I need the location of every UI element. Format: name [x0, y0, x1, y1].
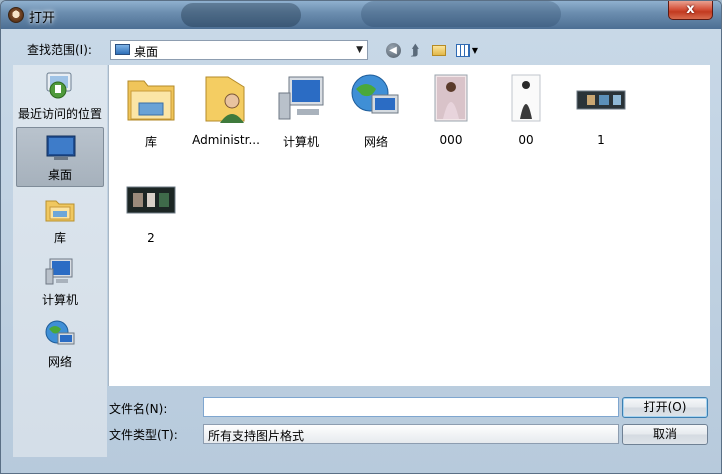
up-folder-button[interactable]: ⮭: [406, 41, 424, 59]
new-folder-button[interactable]: [429, 41, 449, 59]
image-thumbnail: [434, 74, 468, 122]
image-thumbnail: [126, 186, 176, 214]
computer-icon: [45, 258, 73, 285]
filename-label: 文件名(N):: [109, 402, 168, 416]
view-menu-icon: [455, 43, 470, 57]
place-desktop[interactable]: 桌面: [16, 127, 104, 187]
cancel-button[interactable]: 取消: [622, 424, 708, 445]
place-label: 网络: [47, 355, 72, 369]
close-icon: x: [686, 2, 695, 17]
up-folder-icon: ⮭: [410, 41, 420, 59]
place-recent[interactable]: 最近访问的位置: [16, 69, 104, 129]
library-folder-icon: [127, 80, 175, 121]
view-menu-button[interactable]: ▼: [453, 41, 481, 59]
place-computer[interactable]: 计算机: [16, 253, 104, 313]
recent-places-icon: [46, 72, 72, 99]
desktop-icon: [115, 44, 130, 55]
file-item[interactable]: Administr...: [188, 73, 264, 153]
file-list[interactable]: 库 Administr... 计算机 网络 000 00 1 2: [108, 65, 710, 386]
places-bar: 最近访问的位置 桌面 库 计算机 网络: [13, 65, 107, 457]
window-title: 打开: [29, 11, 56, 26]
open-button[interactable]: 打开(O): [622, 397, 708, 418]
lookin-label: 查找范围(I):: [27, 43, 92, 57]
new-folder-icon: [432, 44, 446, 56]
chevron-down-icon: ▼: [471, 45, 479, 55]
computer-icon: [278, 76, 324, 120]
lookin-combobox[interactable]: 桌面 ▼: [110, 40, 368, 60]
file-item[interactable]: 库: [113, 73, 189, 153]
file-label: 1: [597, 133, 605, 147]
open-dialog: 打开 x 查找范围(I): 桌面 ▼ ◀ ⮭ ▼ 最近访问的位置 桌面 库 计算…: [0, 0, 722, 474]
place-label: 桌面: [47, 168, 72, 182]
image-thumbnail: [511, 74, 541, 122]
image-thumbnail: [576, 90, 626, 110]
filename-input[interactable]: [203, 397, 619, 417]
file-item[interactable]: 1: [563, 73, 639, 153]
place-label: 最近访问的位置: [17, 107, 102, 121]
title-bar[interactable]: 打开 x: [1, 1, 721, 29]
user-folder-icon: [205, 76, 245, 123]
desktop-icon: [46, 135, 76, 160]
filetype-value: 所有支持图片格式: [208, 429, 305, 443]
back-button[interactable]: ◀: [384, 41, 402, 59]
place-library[interactable]: 库: [16, 191, 104, 251]
app-icon: [8, 7, 24, 23]
place-network[interactable]: 网络: [16, 315, 104, 375]
chevron-down-icon[interactable]: ▼: [356, 45, 363, 55]
library-icon: [45, 200, 75, 222]
file-item[interactable]: 2: [113, 171, 189, 251]
place-label: 计算机: [41, 293, 78, 307]
file-item[interactable]: 计算机: [263, 73, 339, 153]
file-item[interactable]: 网络: [338, 73, 414, 153]
network-icon: [45, 320, 75, 345]
filetype-select[interactable]: 所有支持图片格式: [203, 424, 619, 444]
back-icon: ◀: [385, 42, 401, 58]
network-icon: [351, 74, 399, 114]
file-item[interactable]: 000: [413, 73, 489, 153]
lookin-value: 桌面: [134, 45, 159, 59]
file-item[interactable]: 00: [488, 73, 564, 153]
filetype-label: 文件类型(T):: [109, 428, 178, 442]
file-label: 2: [147, 231, 155, 245]
close-button[interactable]: x: [668, 1, 713, 20]
place-label: 库: [53, 231, 66, 245]
